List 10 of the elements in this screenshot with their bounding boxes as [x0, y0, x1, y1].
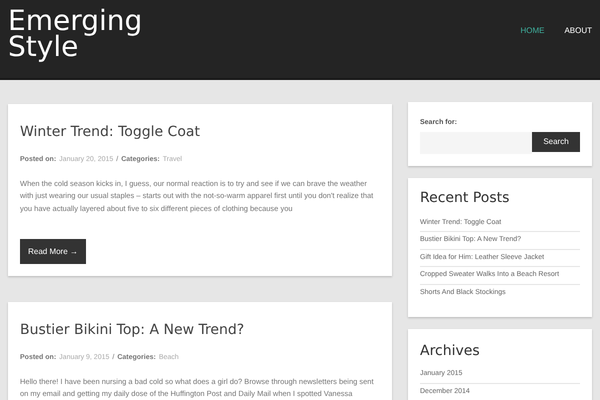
read-more-button[interactable]: Read More → — [20, 239, 86, 264]
search-field[interactable] — [420, 132, 532, 154]
search-button[interactable]: Search — [532, 132, 580, 152]
widget-title: Recent Posts — [420, 188, 510, 208]
post-title[interactable]: Bustier Bikini Top: A New Trend? — [20, 320, 380, 341]
post-title[interactable]: Winter Trend: Toggle Coat — [20, 122, 380, 143]
site-title[interactable]: Emerging Style — [8, 8, 148, 60]
nav-link[interactable]: HOME — [520, 25, 544, 37]
widget-title: Archives — [420, 342, 481, 361]
nav-link[interactable]: ABOUT — [564, 25, 592, 37]
